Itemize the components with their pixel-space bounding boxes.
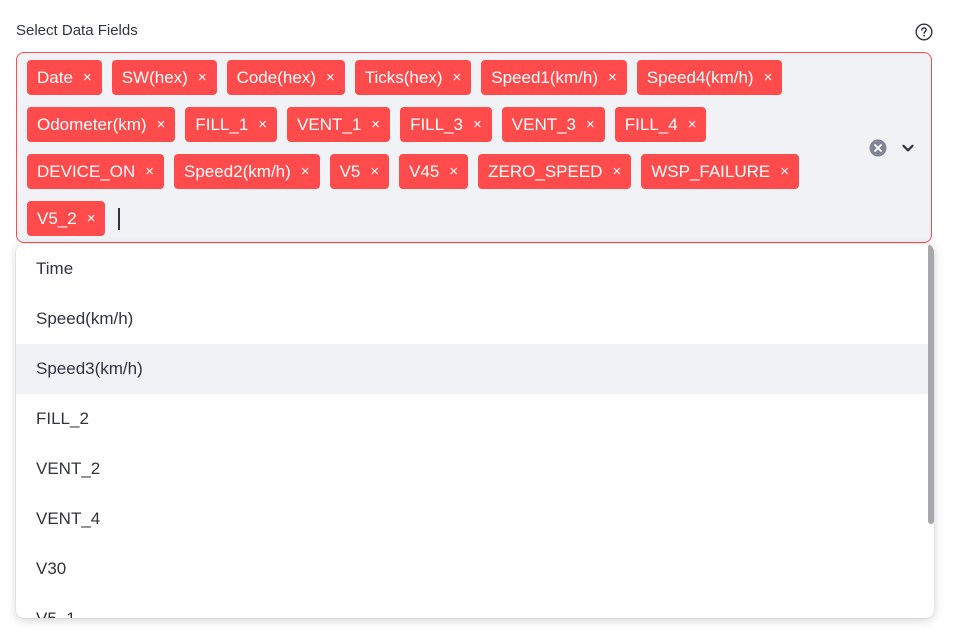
selected-tag: V45 ×	[399, 154, 469, 189]
tag-label: Odometer(km)	[37, 114, 147, 134]
dropdown-option[interactable]: VENT_2	[16, 444, 934, 494]
selected-tag: FILL_3 ×	[400, 107, 492, 142]
remove-tag-icon[interactable]: ×	[157, 117, 166, 132]
tag-label: FILL_4	[624, 114, 678, 134]
tag-label: Speed4(km/h)	[646, 67, 754, 87]
field-label: Select Data Fields	[16, 22, 138, 39]
remove-tag-icon[interactable]: ×	[83, 70, 92, 85]
tag-label: V45	[409, 161, 440, 181]
tag-row: Date × SW(hex) × Code(hex) × Ticks(hex) × Speed1…	[27, 60, 847, 95]
remove-tag-icon[interactable]: ×	[764, 70, 773, 85]
tag-row: DEVICE_ON × Speed2(km/h) × V5 × V45 × ZERO_SPEED…	[27, 154, 847, 189]
tag-label: FILL_3	[410, 114, 463, 134]
options-dropdown: V5_1V30VENT_4VENT_2FILL_2Speed3(km/h)Spe…	[16, 244, 934, 618]
selected-tag: VENT_1 ×	[287, 107, 391, 142]
remove-tag-icon[interactable]: ×	[780, 164, 789, 179]
remove-tag-icon[interactable]: ×	[452, 70, 461, 85]
remove-tag-icon[interactable]: ×	[473, 117, 482, 132]
remove-tag-icon[interactable]: ×	[87, 211, 96, 226]
tag-label: FILL_1	[195, 114, 249, 134]
selected-tag: Speed1(km/h) ×	[481, 60, 627, 95]
tag-label: WSP_FAILURE	[651, 161, 771, 181]
remove-tag-icon[interactable]: ×	[145, 164, 154, 179]
remove-tag-icon[interactable]: ×	[198, 70, 207, 85]
tag-row: V5_2 ×	[27, 201, 847, 236]
selected-tag: SW(hex) ×	[111, 60, 217, 95]
tag-label: VENT_1	[297, 114, 362, 134]
dropdown-option[interactable]: VENT_4	[16, 494, 934, 544]
remove-tag-icon[interactable]: ×	[612, 164, 621, 179]
tag-label: V5	[339, 161, 361, 181]
tag-label: Speed2(km/h)	[184, 161, 291, 181]
selected-tag: FILL_4 ×	[614, 107, 707, 142]
selected-tag: FILL_1 ×	[185, 107, 278, 142]
dropdown-option[interactable]: V5_1	[16, 594, 934, 618]
dropdown-option[interactable]: FILL_2	[16, 394, 934, 444]
tag-label: DEVICE_ON	[37, 161, 136, 181]
selected-tag: Ticks(hex) ×	[354, 60, 472, 95]
selected-tag: V5_2 ×	[27, 201, 106, 236]
question-circle-icon[interactable]	[915, 23, 933, 41]
dropdown-option[interactable]: Time	[16, 244, 934, 294]
remove-tag-icon[interactable]: ×	[301, 164, 310, 179]
remove-tag-icon[interactable]: ×	[370, 164, 379, 179]
clear-all-icon[interactable]	[869, 139, 887, 157]
tag-label: SW(hex)	[121, 67, 188, 87]
selected-tags: Date × SW(hex) × Code(hex) × Ticks(hex) × Speed1…	[27, 60, 847, 248]
chevron-down-icon[interactable]	[900, 140, 916, 156]
dropdown-option[interactable]: V30	[16, 544, 934, 594]
remove-tag-icon[interactable]: ×	[258, 117, 267, 132]
tag-label: Date	[37, 67, 73, 87]
dropdown-option[interactable]: Speed(km/h)	[16, 294, 934, 344]
selected-tag: Date ×	[27, 60, 102, 95]
dropdown-option[interactable]: Speed3(km/h)	[16, 344, 934, 394]
tag-label: ZERO_SPEED	[488, 161, 603, 181]
remove-tag-icon[interactable]: ×	[449, 164, 458, 179]
selected-tag: WSP_FAILURE ×	[641, 154, 800, 189]
tag-label: V5_2	[37, 208, 77, 228]
multiselect-widget: Select Data Fields Date × SW(hex) × Code(hex…	[0, 0, 955, 630]
selected-tag: Speed4(km/h) ×	[636, 60, 783, 95]
remove-tag-icon[interactable]: ×	[326, 70, 335, 85]
text-cursor[interactable]	[118, 207, 121, 230]
tag-label: VENT_3	[511, 114, 577, 134]
tag-label: Code(hex)	[236, 67, 316, 87]
selected-tag: ZERO_SPEED ×	[478, 154, 632, 189]
remove-tag-icon[interactable]: ×	[371, 117, 380, 132]
remove-tag-icon[interactable]: ×	[688, 117, 697, 132]
dropdown-scrollbar[interactable]	[928, 244, 934, 524]
selected-tag: Odometer(km) ×	[27, 107, 176, 142]
selected-tag: V5 ×	[329, 154, 390, 189]
tag-label: Ticks(hex)	[364, 67, 443, 87]
selected-tag: VENT_3 ×	[501, 107, 605, 142]
selected-tag: Code(hex) ×	[226, 60, 345, 95]
tag-label: Speed1(km/h)	[491, 67, 599, 87]
selected-tag: DEVICE_ON ×	[27, 154, 165, 189]
multiselect-input[interactable]: Date × SW(hex) × Code(hex) × Ticks(hex) × Speed1…	[16, 52, 932, 243]
selected-tag: Speed2(km/h) ×	[174, 154, 320, 189]
tag-row: Odometer(km) × FILL_1 × VENT_1 × FILL_3 × VENT_3…	[27, 107, 847, 142]
remove-tag-icon[interactable]: ×	[586, 117, 595, 132]
remove-tag-icon[interactable]: ×	[608, 70, 617, 85]
